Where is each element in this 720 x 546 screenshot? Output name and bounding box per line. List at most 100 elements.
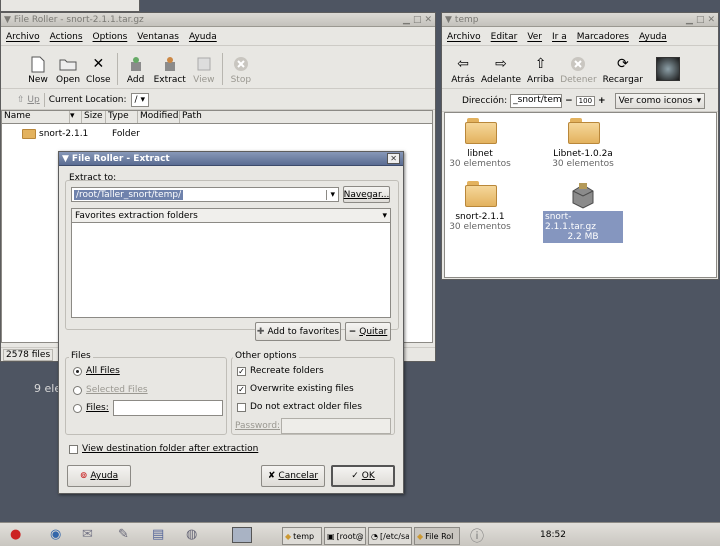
selected-files-radio[interactable]: Selected Files: [73, 385, 148, 395]
browse-button[interactable]: Navegar...: [343, 186, 390, 203]
minimize-icon[interactable]: ▁: [403, 15, 410, 25]
recreate-folders-checkbox[interactable]: ✓ Recreate folders: [237, 366, 324, 376]
impress-launcher-icon[interactable]: ▤: [152, 527, 164, 542]
files-radio[interactable]: Files:: [73, 403, 109, 413]
file-roller-titlebar[interactable]: ▼ File Roller - snort-2.1.1.tar.gz ▁ □ ✕: [1, 13, 435, 27]
location-value: /: [134, 94, 138, 105]
forward-button[interactable]: ⇨ Adelante: [478, 55, 524, 85]
location-combo[interactable]: / ▾: [130, 92, 150, 107]
zoom-out-button[interactable]: −: [565, 96, 573, 106]
favorites-list: Favorites extraction folders ▾: [71, 208, 391, 318]
icon-info: 2.2 MB: [567, 232, 599, 242]
window-menu-icon[interactable]: ▼: [442, 15, 455, 25]
open-button[interactable]: Open: [53, 55, 83, 85]
radio-unchecked-icon: [73, 403, 82, 413]
window-menu-icon[interactable]: ▼: [1, 15, 14, 25]
forward-arrow-icon: ⇨: [495, 56, 507, 72]
close-icon[interactable]: ✕: [387, 153, 400, 164]
icon-item[interactable]: snort-2.1.1 30 elementos: [445, 181, 515, 232]
menu-ventanas[interactable]: Ventanas: [132, 32, 184, 42]
menu-options[interactable]: Options: [88, 32, 133, 42]
column-path[interactable]: Path: [180, 111, 202, 123]
remove-button[interactable]: − Quitar: [345, 322, 391, 341]
browser-launcher-icon[interactable]: ◉: [50, 527, 61, 542]
column-type[interactable]: Type: [106, 111, 138, 123]
add-archive-icon: [127, 55, 145, 73]
window-menu-icon[interactable]: ▼: [59, 154, 72, 164]
menu-archivo[interactable]: Archivo: [442, 32, 486, 42]
extract-dialog-titlebar[interactable]: ▼ File Roller - Extract ✕: [59, 152, 403, 166]
menu-marcadores[interactable]: Marcadores: [572, 32, 634, 42]
menu-ver[interactable]: Ver: [522, 32, 547, 42]
ok-button[interactable]: ✓ OK: [331, 465, 395, 487]
files-pattern-input[interactable]: [113, 400, 223, 416]
reload-button[interactable]: ⟳ Recargar: [600, 55, 646, 85]
email-launcher-icon[interactable]: ✉: [82, 527, 93, 542]
writer-launcher-icon[interactable]: ✎: [118, 527, 129, 542]
radio-checked-icon: [73, 366, 82, 376]
extract-button[interactable]: Extract: [151, 55, 189, 85]
view-label: View: [193, 75, 215, 85]
view-as-combo[interactable]: Ver como iconos ▾: [614, 92, 706, 109]
menu-editar[interactable]: Editar: [486, 32, 523, 42]
minimize-icon[interactable]: ▁: [686, 15, 693, 25]
stop-button[interactable]: Stop: [226, 55, 256, 85]
icon-item[interactable]: libnet 30 elementos: [445, 118, 515, 169]
icon-label: snort-2.1.1: [455, 212, 505, 222]
chevron-down-icon[interactable]: ▾: [326, 189, 338, 200]
add-button[interactable]: Add: [121, 55, 151, 85]
password-input[interactable]: [281, 418, 391, 434]
add-to-favorites-button[interactable]: ✚ Add to favorites: [255, 322, 341, 341]
column-modified[interactable]: Modified: [138, 111, 180, 123]
view-destination-checkbox[interactable]: View destination folder after extraction: [69, 444, 258, 454]
workspace-switcher[interactable]: [232, 527, 252, 543]
all-files-radio[interactable]: All Files: [73, 366, 120, 376]
up-button[interactable]: ⇧ Up: [17, 95, 40, 105]
maximize-icon[interactable]: □: [696, 15, 705, 25]
menu-ayuda[interactable]: Ayuda: [634, 32, 672, 42]
task-terminal-2[interactable]: ◔ [/etc/sa: [368, 527, 412, 545]
redhat-menu-icon[interactable]: ●: [10, 527, 21, 542]
zoom-in-button[interactable]: +: [598, 96, 606, 106]
address-input[interactable]: _snort/temp: [510, 93, 563, 108]
task-file-roller[interactable]: ◆ File Rol: [414, 527, 460, 545]
favorites-header[interactable]: Favorites extraction folders ▾: [72, 209, 390, 223]
task-temp[interactable]: ◆ temp: [282, 527, 322, 545]
checkbox-checked-icon: ✓: [237, 366, 246, 376]
icon-label-box: snort-2.1.1.tar.gz 2.2 MB: [543, 211, 623, 243]
close-button[interactable]: ✕ Close: [83, 55, 114, 85]
cancel-button[interactable]: ✘ Cancelar: [261, 465, 325, 487]
menu-ir-a[interactable]: Ir a: [547, 32, 572, 42]
stop-button[interactable]: Detener: [557, 55, 599, 85]
no-older-checkbox[interactable]: Do not extract older files: [237, 402, 362, 412]
help-button[interactable]: ⊚ Ayuda: [67, 465, 131, 487]
nautilus-titlebar[interactable]: ▼ temp ▁ □ ✕: [442, 13, 718, 27]
update-notifier-icon[interactable]: ⓘ: [470, 526, 484, 546]
menu-ayuda[interactable]: Ayuda: [184, 32, 222, 42]
icon-item-selected[interactable]: snort-2.1.1.tar.gz 2.2 MB: [543, 181, 623, 243]
favorites-header-label: Favorites extraction folders: [75, 210, 198, 221]
menu-actions[interactable]: Actions: [45, 32, 88, 42]
back-button[interactable]: ⇦ Atrás: [448, 55, 478, 85]
overwrite-checkbox[interactable]: ✓ Overwrite existing files: [237, 384, 354, 394]
icon-item[interactable]: Libnet-1.0.2a 30 elementos: [543, 118, 623, 169]
up-button[interactable]: ⇧ Arriba: [524, 55, 557, 85]
clock[interactable]: 18:52: [540, 530, 566, 540]
menu-archivo[interactable]: Archivo: [1, 32, 45, 42]
maximize-icon[interactable]: □: [413, 15, 422, 25]
calc-launcher-icon[interactable]: ◍: [186, 527, 197, 542]
files-label: Files:: [86, 403, 109, 413]
close-icon[interactable]: ✕: [424, 15, 432, 25]
table-row[interactable]: snort-2.1.1 Folder: [2, 126, 432, 141]
extract-to-combo[interactable]: /root/Taller_snort/temp/ ▾: [71, 187, 339, 202]
column-size[interactable]: Size: [82, 111, 106, 123]
view-button[interactable]: View: [189, 55, 219, 85]
status-text: 2578 files: [3, 349, 54, 361]
icon-label: snort-2.1.1.tar.gz: [545, 212, 596, 232]
extract-dialog: ▼ File Roller - Extract ✕ Extract to: /r…: [58, 151, 404, 494]
new-button[interactable]: New: [23, 55, 53, 85]
task-terminal-1[interactable]: ▣[root@l: [324, 527, 366, 545]
column-name[interactable]: Name: [2, 111, 70, 123]
add-favorites-label: Add to favorites: [267, 326, 340, 337]
close-icon[interactable]: ✕: [707, 15, 715, 25]
